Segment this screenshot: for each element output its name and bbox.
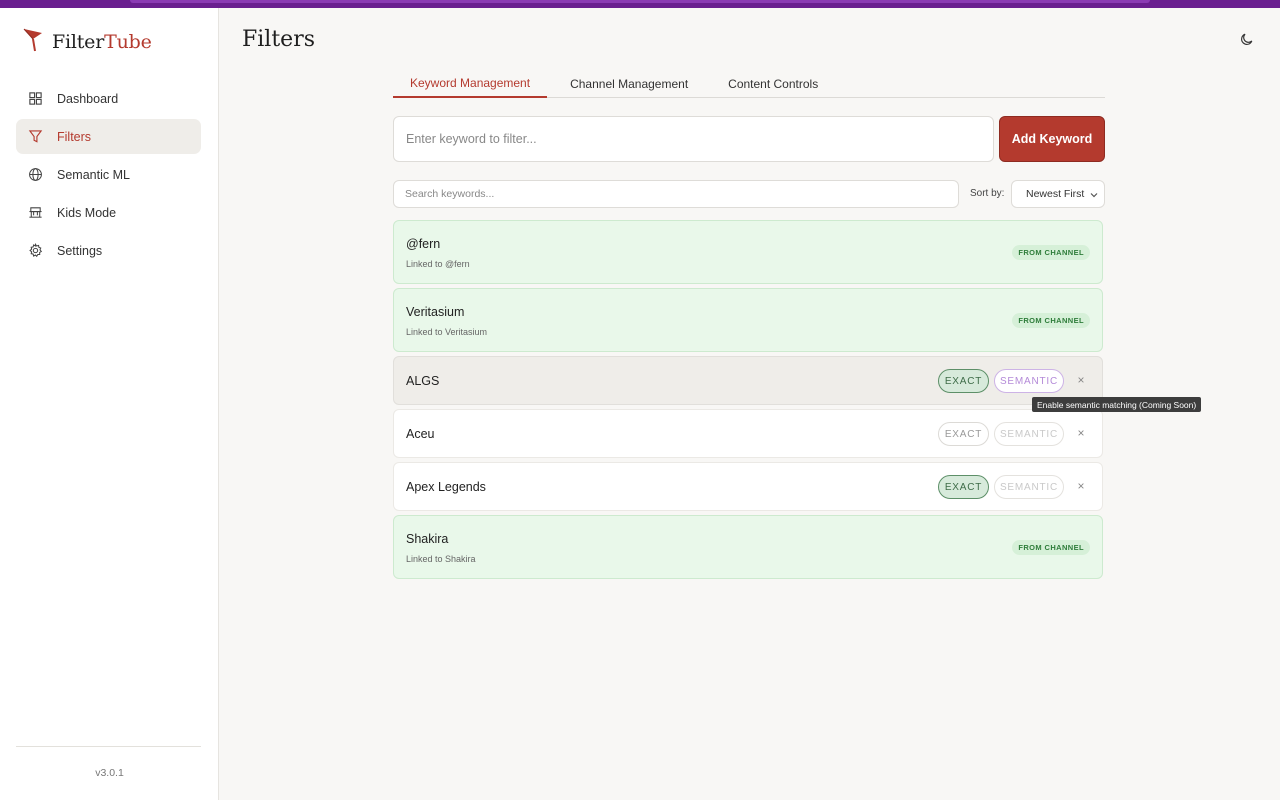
sidebar-item-dashboard[interactable]: Dashboard — [16, 81, 201, 116]
keyword-name: Shakira — [406, 532, 449, 546]
sort-selected-value: Newest First — [1026, 188, 1085, 200]
filter-tube-logo-icon — [22, 27, 44, 58]
grid-icon — [29, 92, 42, 105]
sidebar-item-label: Filters — [57, 129, 92, 144]
sort-select[interactable]: Newest First — [1011, 180, 1105, 208]
keyword-name: Aceu — [406, 427, 435, 441]
remove-keyword-button[interactable]: × — [1074, 426, 1088, 442]
brand-name-part2: Tube — [104, 31, 152, 53]
sidebar-item-kids-mode[interactable]: Kids Mode — [16, 195, 201, 230]
exact-match-toggle[interactable]: EXACT — [938, 369, 989, 393]
keyword-row: Apex Legends EXACT SEMANTIC × — [393, 462, 1103, 511]
semantic-match-toggle[interactable]: SEMANTIC — [994, 475, 1064, 499]
filter-icon — [28, 130, 43, 143]
keyword-name: Apex Legends — [406, 480, 486, 494]
semantic-match-toggle[interactable]: SEMANTIC — [994, 422, 1064, 446]
exact-match-toggle[interactable]: EXACT — [938, 422, 989, 446]
sort-label: Sort by: — [970, 188, 1005, 199]
page-title: Filters — [242, 27, 316, 52]
exact-match-toggle[interactable]: EXACT — [938, 475, 989, 499]
gear-icon — [29, 243, 43, 258]
brand[interactable]: FilterTube — [22, 28, 152, 56]
top-bar-highlight — [130, 0, 1150, 3]
sidebar-item-label: Semantic ML — [57, 167, 130, 182]
sidebar-divider — [16, 746, 201, 747]
sidebar: FilterTube Dashboard Filters Semantic ML — [0, 8, 219, 800]
sidebar-item-label: Dashboard — [57, 91, 119, 106]
sidebar-item-label: Settings — [57, 243, 103, 258]
sidebar-item-semantic-ml[interactable]: Semantic ML — [16, 157, 201, 192]
globe-icon — [29, 168, 42, 181]
moon-icon — [1241, 33, 1253, 45]
sidebar-nav: Dashboard Filters Semantic ML Kids Mode — [16, 81, 201, 271]
keyword-row: Shakira Linked to Shakira FROM CHANNEL — [393, 515, 1103, 579]
brand-name-part1: Filter — [52, 31, 105, 53]
from-channel-badge: FROM CHANNEL — [1012, 245, 1090, 260]
theme-toggle-button[interactable] — [1238, 30, 1256, 48]
remove-keyword-button[interactable]: × — [1074, 373, 1088, 389]
from-channel-badge: FROM CHANNEL — [1012, 313, 1090, 328]
tab-keyword-management[interactable]: Keyword Management — [393, 70, 548, 98]
keyword-name: ALGS — [406, 374, 440, 388]
chevron-down-icon — [1090, 193, 1098, 198]
keyword-row: @fern Linked to @fern FROM CHANNEL — [393, 220, 1103, 284]
tab-channel-management[interactable]: Channel Management — [553, 70, 705, 97]
keyword-linked-channel: Linked to @fern — [406, 259, 470, 269]
remove-keyword-button[interactable]: × — [1074, 479, 1088, 495]
keyword-name: Veritasium — [406, 305, 465, 319]
keyword-linked-channel: Linked to Veritasium — [406, 327, 488, 337]
tab-content-controls[interactable]: Content Controls — [711, 70, 835, 97]
keyword-name: @fern — [406, 237, 441, 251]
keyword-row: Veritasium Linked to Veritasium FROM CHA… — [393, 288, 1103, 352]
keyword-input[interactable] — [393, 116, 994, 162]
version-label: v3.0.1 — [95, 767, 124, 779]
semantic-tooltip: Enable semantic matching (Coming Soon) — [1032, 397, 1202, 412]
search-keywords-input[interactable] — [393, 180, 959, 208]
from-channel-badge: FROM CHANNEL — [1012, 540, 1090, 555]
window-top-bar — [0, 0, 1280, 8]
sidebar-item-label: Kids Mode — [57, 205, 117, 220]
semantic-match-toggle[interactable]: SEMANTIC — [994, 369, 1064, 393]
tab-bar: Keyword Management Channel Management Co… — [393, 70, 1105, 98]
sidebar-item-settings[interactable]: Settings — [16, 233, 201, 268]
brand-name: FilterTube — [52, 31, 152, 53]
keyword-linked-channel: Linked to Shakira — [406, 554, 476, 564]
keyword-list: @fern Linked to @fern FROM CHANNEL Verit… — [393, 220, 1103, 583]
keyword-row: Aceu EXACT SEMANTIC × — [393, 409, 1103, 458]
sidebar-item-filters[interactable]: Filters — [16, 119, 201, 154]
kids-icon — [29, 207, 42, 218]
keyword-row: ALGS EXACT SEMANTIC × — [393, 356, 1103, 405]
add-keyword-button[interactable]: Add Keyword — [999, 116, 1105, 162]
